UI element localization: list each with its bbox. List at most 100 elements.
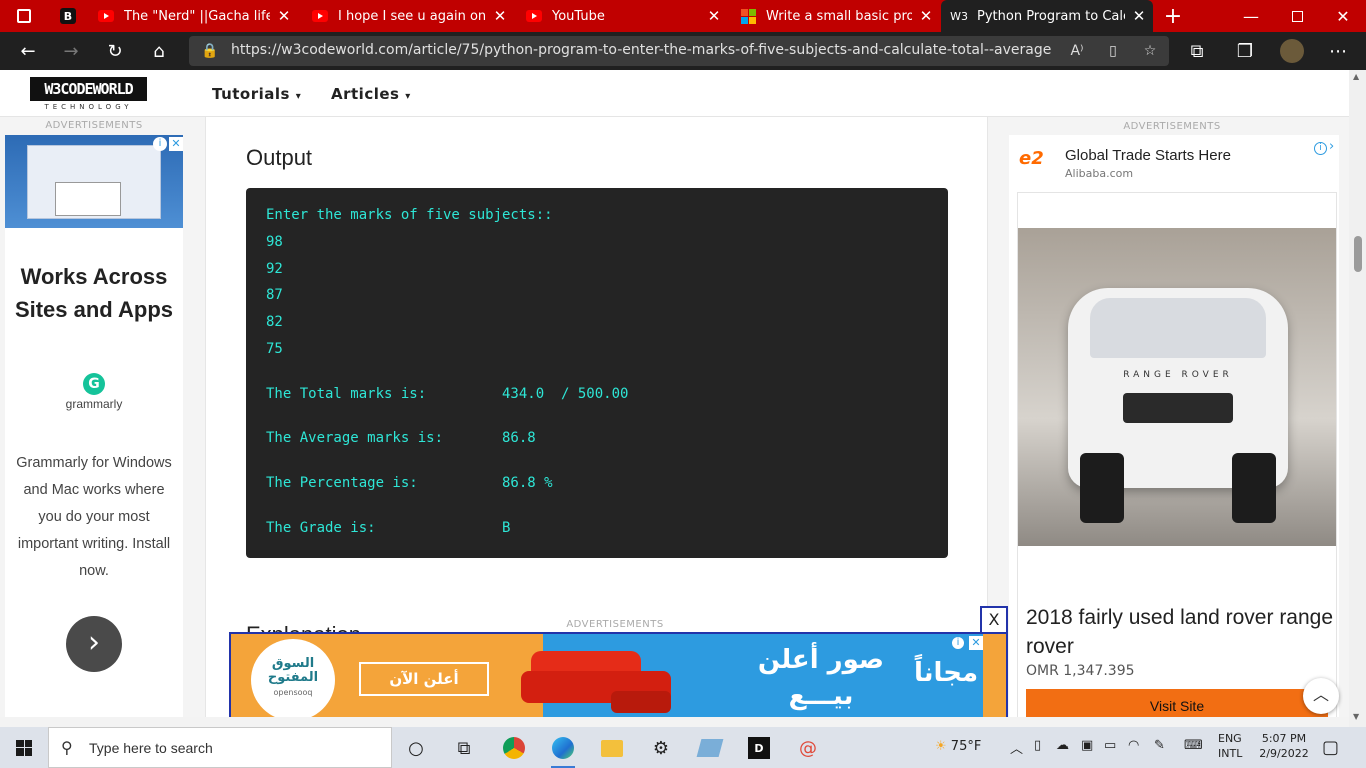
close-tab-icon[interactable]: ✕	[912, 7, 940, 25]
keyboard-icon[interactable]: ⌨	[1184, 738, 1203, 753]
back-button[interactable]: ←	[12, 35, 44, 67]
advertise-now-button[interactable]: أعلن الآن	[359, 662, 489, 696]
tray-icon[interactable]: ▯	[1034, 738, 1041, 753]
refresh-button[interactable]: ↻	[99, 35, 131, 67]
car-brand-text: RANGE ROVER	[1123, 370, 1233, 380]
close-tab-icon[interactable]: ✕	[270, 7, 298, 25]
cloud-icon[interactable]: ☁	[1056, 738, 1069, 753]
folder-icon	[601, 739, 623, 757]
clock-date: 2/9/2022	[1259, 747, 1309, 760]
tab-3[interactable]: YouTube ✕	[516, 0, 728, 32]
pen-icon[interactable]: ✎	[1154, 738, 1165, 753]
extensions-icon[interactable]: ⧉	[1181, 35, 1213, 67]
close-tab-icon[interactable]: ✕	[486, 7, 514, 25]
read-aloud-icon[interactable]: A⁾	[1066, 40, 1088, 62]
menu-tutorials[interactable]: Tutorials ▾	[212, 85, 301, 103]
ad-title[interactable]: Global Trade Starts Here	[1065, 147, 1231, 164]
windows-taskbar: ⚲ Type here to search ○ ⧉ ⚙ D @ ☀ 75°F ︿…	[0, 727, 1366, 768]
scrollbar-thumb[interactable]	[1354, 236, 1362, 272]
immersive-reader-icon[interactable]: ▯	[1102, 40, 1124, 62]
collections-icon[interactable]: ❐	[1229, 35, 1261, 67]
chevron-down-icon: ▾	[405, 91, 411, 102]
close-window-button[interactable]: ✕	[1320, 0, 1366, 32]
menu-label: Articles	[331, 85, 400, 103]
weather-widget[interactable]: ☀ 75°F	[935, 739, 981, 754]
close-tab-icon[interactable]: ✕	[1125, 7, 1153, 25]
app-logo	[696, 739, 724, 757]
tab-title: Python Program to Calculate	[977, 8, 1125, 24]
tab-actions-button[interactable]	[0, 0, 48, 32]
task-view-icon[interactable]: ⧉	[449, 734, 479, 762]
ad-free-arabic: مجاناً	[913, 658, 979, 688]
minimize-button[interactable]: —	[1228, 0, 1274, 32]
scroll-up-arrow-icon[interactable]: ▲	[1353, 72, 1359, 81]
settings-icon[interactable]: ⚙	[646, 734, 676, 762]
chevron-right-icon[interactable]: ›	[66, 616, 122, 672]
opensooq-logo: السوق المفتوح opensooq	[251, 639, 335, 717]
more-options-icon[interactable]: ⋯	[1322, 35, 1354, 67]
clock[interactable]: 5:07 PM 2/9/2022	[1259, 731, 1309, 761]
new-tab-button[interactable]: +	[1158, 0, 1188, 32]
ad-info-icon[interactable]: i	[1314, 142, 1327, 155]
tab-title: Write a small basic program	[766, 8, 912, 24]
chrome-icon[interactable]	[499, 734, 529, 762]
close-ad-button[interactable]: X	[980, 606, 1008, 634]
car-grille	[1123, 393, 1233, 423]
edge-logo	[552, 737, 574, 759]
page-scrollbar[interactable]: ▲ ▼	[1349, 70, 1366, 727]
battery-icon[interactable]: ▭	[1104, 738, 1116, 753]
ad-image[interactable]: i ✕	[5, 135, 183, 228]
ad-card[interactable]: RANGE ROVER 2018 fairly used land rover …	[1017, 192, 1337, 717]
close-tab-icon[interactable]: ✕	[700, 7, 728, 25]
tab-pinned[interactable]: B	[50, 0, 86, 32]
output-input: 75	[266, 341, 283, 357]
web-page: W3CODEWORLD TECHNOLOGY Tutorials ▾ Artic…	[0, 70, 1349, 717]
language-indicator[interactable]: ENG INTL	[1218, 731, 1242, 761]
profile-avatar[interactable]	[1276, 35, 1308, 67]
search-icon: ⚲	[61, 738, 73, 757]
logo-english: opensooq	[273, 688, 313, 697]
cortana-icon[interactable]: ○	[401, 734, 431, 762]
tab-active[interactable]: W3 Python Program to Calculate ✕	[941, 0, 1153, 32]
restore-icon	[1291, 10, 1303, 22]
tab-title: The "Nerd" ||Gacha life||Meme	[124, 8, 270, 24]
edge-icon[interactable]	[548, 734, 578, 768]
ad-close-icon[interactable]: ✕	[169, 137, 183, 151]
ad-body: Grammarly for Windows and Mac works wher…	[16, 455, 172, 579]
ad-arrow-icon[interactable]: ›	[1329, 139, 1334, 154]
car-image[interactable]: RANGE ROVER	[1018, 228, 1336, 546]
app-icon[interactable]	[695, 734, 725, 762]
ad-info-icon[interactable]: i	[951, 636, 965, 650]
dolby-icon[interactable]: D	[744, 734, 774, 762]
scroll-to-top-button[interactable]: ︿	[1303, 678, 1339, 714]
tray-icon[interactable]: ▣	[1081, 738, 1093, 753]
ad-car-title[interactable]: 2018 fairly used land rover range rover	[1026, 603, 1336, 661]
left-ad[interactable]: i ✕ Works Across Sites and Apps G gramma…	[5, 135, 183, 717]
maximize-button[interactable]	[1274, 0, 1320, 32]
add-favorite-icon[interactable]: ☆	[1139, 40, 1161, 62]
url-text[interactable]: https://w3codeworld.com/article/75/pytho…	[231, 42, 1051, 58]
scroll-down-arrow-icon[interactable]: ▼	[1353, 712, 1359, 721]
result-value: 86.8	[502, 430, 536, 446]
right-ad[interactable]: e2 Global Trade Starts Here Alibaba.com …	[1009, 135, 1339, 717]
wifi-icon[interactable]: ◠	[1128, 738, 1139, 753]
start-button[interactable]	[0, 727, 48, 768]
forward-button[interactable]: →	[55, 35, 87, 67]
site-logo[interactable]: W3CODEWORLD TECHNOLOGY	[30, 77, 147, 112]
bottom-ad[interactable]: السوق المفتوح opensooq أعلن الآن صور أعل…	[229, 632, 1008, 717]
youtube-icon	[98, 8, 114, 24]
chevron-up-icon[interactable]: ︿	[1010, 738, 1023, 757]
app-red-icon[interactable]: @	[793, 734, 823, 762]
notification-icon[interactable]: ▢	[1322, 737, 1339, 758]
home-button[interactable]: ⌂	[143, 35, 175, 67]
address-bar[interactable]: 🔒 https://w3codeworld.com/article/75/pyt…	[189, 36, 1169, 66]
visit-site-button[interactable]: Visit Site	[1026, 689, 1328, 717]
file-explorer-icon[interactable]	[597, 734, 627, 762]
menu-articles[interactable]: Articles ▾	[331, 85, 411, 103]
tab-4[interactable]: Write a small basic program ✕	[730, 0, 940, 32]
ad-close-icon[interactable]: ✕	[969, 636, 983, 650]
taskbar-search-box[interactable]: ⚲ Type here to search	[48, 727, 392, 768]
tab-2[interactable]: I hope I see u again one day ✕	[302, 0, 514, 32]
ad-info-icon[interactable]: i	[153, 137, 167, 151]
tab-1[interactable]: The "Nerd" ||Gacha life||Meme ✕	[88, 0, 298, 32]
